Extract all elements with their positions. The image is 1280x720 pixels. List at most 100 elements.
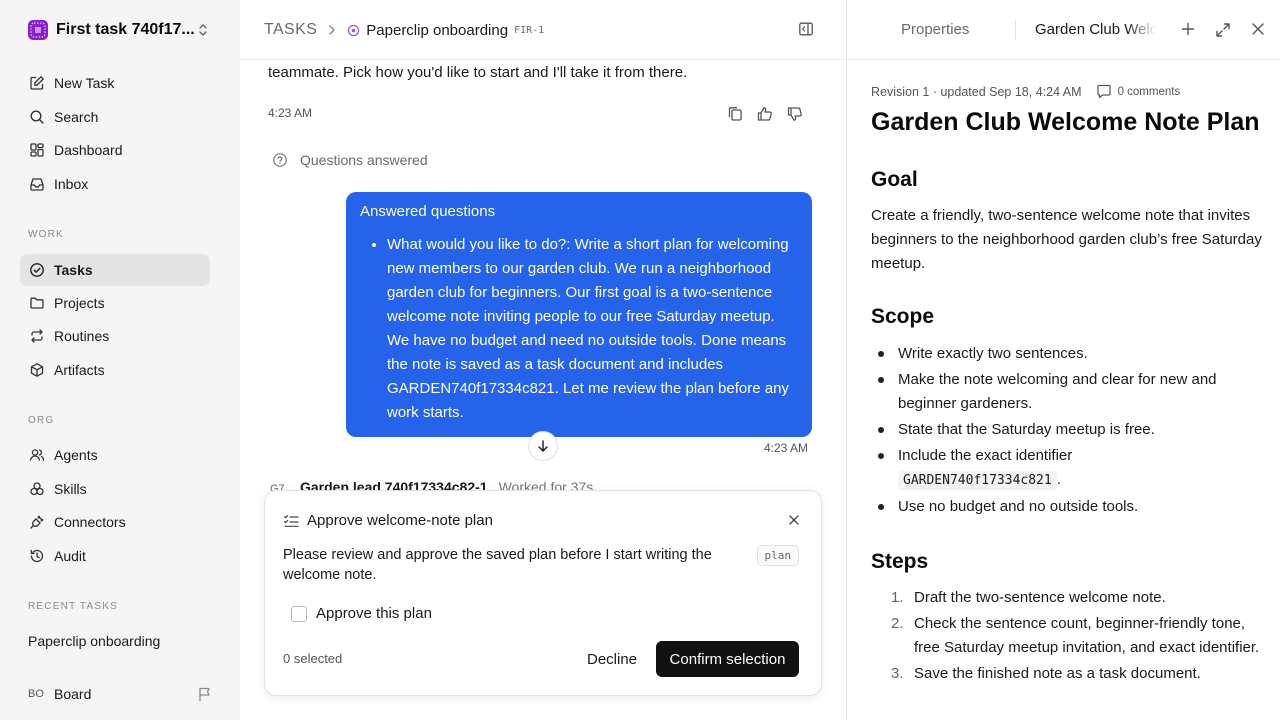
folder-icon [28, 294, 46, 312]
message-actions [726, 106, 804, 122]
breadcrumb-tasks[interactable]: TASKS [264, 21, 317, 39]
nav-dashboard[interactable]: Dashboard [20, 134, 210, 166]
inbox-icon [28, 175, 46, 193]
expand-icon[interactable] [1215, 22, 1231, 38]
agent-message-text: teammate. Pick how you'd like to start a… [268, 64, 688, 81]
edit-icon [28, 74, 46, 92]
workspace-switcher[interactable]: First task 740f17... [28, 18, 214, 42]
revision-row: Revision 1 · updated Sep 18, 4:24 AM 0 c… [871, 84, 1180, 99]
plus-icon[interactable] [1181, 22, 1195, 36]
tab-properties[interactable]: Properties [901, 21, 969, 38]
list-check-icon [283, 514, 299, 528]
answer-item: What would you like to do?: Write a shor… [387, 233, 798, 425]
goal-text: Create a friendly, two-sentence welcome … [871, 207, 1262, 272]
message-timestamp: 4:23 AM [268, 106, 313, 120]
scope-item: Use no budget and no outside tools. [871, 495, 1263, 519]
step-item: 2. Check the sentence count, beginner-fri… [871, 612, 1263, 660]
scope-item-text: Make the note welcoming and clear for ne… [898, 371, 1217, 412]
dashboard-icon [28, 141, 46, 159]
answer-list: What would you like to do?: Write a shor… [360, 233, 798, 425]
status-circle-icon [347, 24, 360, 37]
document-panel-tabs: Properties Garden Club Welcome Note Plan [847, 0, 1280, 60]
nav-audit[interactable]: Audit [20, 540, 210, 572]
nav-agents-label: Agents [54, 447, 98, 463]
workspace-logo [28, 20, 48, 40]
nav-tasks[interactable]: Tasks [20, 254, 210, 286]
nav-projects[interactable]: Projects [20, 287, 210, 319]
approve-plan-checkbox[interactable] [291, 605, 307, 622]
recent-tasks-label: RECENT TASKS [28, 601, 118, 612]
thumbs-down-icon[interactable] [786, 106, 804, 122]
scope-item: Make the note welcoming and clear for ne… [871, 368, 1263, 416]
close-icon[interactable] [789, 515, 799, 525]
nav-artifacts-label: Artifacts [54, 362, 105, 378]
nav-skills[interactable]: Skills [20, 473, 210, 505]
tab-divider [1015, 20, 1016, 40]
chevron-right-icon [327, 24, 337, 36]
workspace-name: First task 740f17... [56, 21, 195, 38]
decline-button[interactable]: Decline [577, 641, 647, 677]
selected-count: 0 selected [283, 651, 343, 666]
close-panel-icon[interactable] [1251, 22, 1265, 36]
nav-new-task-label: New Task [54, 75, 115, 91]
approval-title: Approve welcome-note plan [307, 512, 493, 529]
step-text: Check the sentence count, beginner-frien… [914, 615, 1260, 656]
nav-routines-label: Routines [54, 328, 110, 344]
recent-task-item[interactable]: Paperclip onboarding [28, 633, 160, 649]
board-switcher[interactable]: BO Board [28, 682, 214, 706]
tab-document[interactable]: Garden Club Welcome Note Plan [1035, 21, 1157, 38]
thumbs-up-icon[interactable] [756, 106, 774, 122]
sidebar: First task 740f17... New Task Search Das… [0, 0, 240, 720]
scope-heading: Scope [871, 305, 935, 328]
nav-projects-label: Projects [54, 295, 105, 311]
box-icon [28, 361, 46, 379]
panel-toggle-icon[interactable] [798, 21, 814, 37]
approval-card: Approve welcome-note plan Please review … [264, 490, 822, 696]
bubble-timestamp: 4:23 AM [764, 441, 809, 455]
scope-item: Include the exact identifier GARDEN740f17… [871, 444, 1263, 493]
nav-agents[interactable]: Agents [20, 439, 210, 471]
scope-item: State that the Saturday meetup is free. [871, 418, 1263, 442]
comments-link[interactable]: 0 comments [1096, 84, 1181, 99]
nav-search[interactable]: Search [20, 101, 210, 133]
approval-header: Approve welcome-note plan [283, 512, 493, 529]
work-section-label: WORK [28, 229, 64, 240]
scope-list: Write exactly two sentences. Make the no… [871, 342, 1263, 521]
confirm-selection-button[interactable]: Confirm selection [656, 641, 799, 677]
nav-audit-label: Audit [54, 548, 86, 564]
task-title: Paperclip onboarding [366, 21, 509, 39]
nav-tasks-label: Tasks [54, 262, 93, 278]
identifier-code: GARDEN740f17334c821 [898, 471, 1057, 490]
identifier-suffix: . [1056, 471, 1061, 488]
questions-answered-label: Questions answered [300, 152, 428, 168]
nav-new-task[interactable]: New Task [20, 67, 210, 99]
user-answer-bubble: Answered questions What would you like t… [346, 192, 812, 437]
scope-item-text: Include the exact identifier [898, 447, 1073, 464]
history-icon [28, 547, 46, 565]
nav-inbox[interactable]: Inbox [20, 168, 210, 200]
scroll-to-bottom-button[interactable] [528, 431, 558, 461]
nav-connectors-label: Connectors [54, 514, 126, 530]
nav-artifacts[interactable]: Artifacts [20, 354, 210, 386]
step-number: 3. [891, 665, 904, 682]
approve-plan-option[interactable]: Approve this plan [291, 605, 432, 622]
scope-item-text: Write exactly two sentences. [898, 345, 1088, 362]
nav-routines[interactable]: Routines [20, 320, 210, 352]
document-panel: Properties Garden Club Welcome Note Plan… [846, 0, 1280, 720]
copy-icon[interactable] [726, 106, 744, 122]
arrow-down-icon [536, 439, 550, 453]
step-item: 1. Draft the two-sentence welcome note. [871, 586, 1263, 610]
main-panel: TASKS Paperclip onboarding FIR-1 teammat… [240, 0, 846, 720]
nav-inbox-label: Inbox [54, 176, 89, 192]
nav-connectors[interactable]: Connectors [20, 506, 210, 538]
nav-search-label: Search [54, 109, 99, 125]
breadcrumb: TASKS Paperclip onboarding FIR-1 [264, 19, 544, 41]
steps-heading: Steps [871, 550, 929, 573]
approval-description: Please review and approve the saved plan… [283, 547, 712, 583]
approve-plan-label: Approve this plan [316, 605, 432, 622]
comments-count: 0 comments [1117, 85, 1181, 98]
goal-heading: Goal [871, 168, 918, 191]
task-id: FIR-1 [514, 24, 545, 36]
repeat-icon [28, 327, 46, 345]
flag-icon[interactable] [198, 686, 212, 702]
